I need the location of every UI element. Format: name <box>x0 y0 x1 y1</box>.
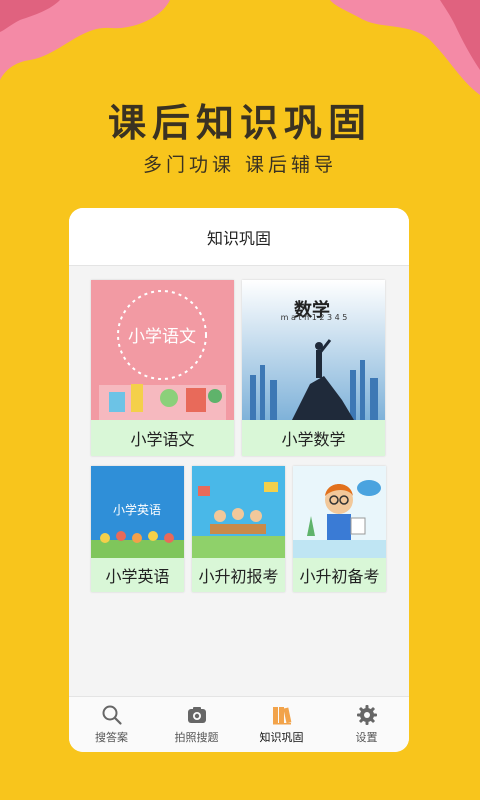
math-thumb-subtext: m a t h 1 2 3 4 5 <box>281 313 348 322</box>
gear-icon <box>356 705 377 725</box>
tab-photo-search[interactable]: 拍照搜题 <box>154 697 239 752</box>
course-label-exam-apply: 小升初报考 <box>192 558 285 592</box>
tab-settings[interactable]: 设置 <box>324 697 409 752</box>
tab-label: 拍照搜题 <box>174 731 219 744</box>
books-icon <box>272 707 291 725</box>
search-icon <box>102 705 122 725</box>
course-card-math[interactable]: 数学 m a t h 1 2 3 4 5 小学数学 <box>242 280 385 456</box>
course-card-exam-apply[interactable]: 小升初报考 <box>192 466 285 592</box>
app-title: 知识巩固 <box>69 208 409 266</box>
headline: 课后知识巩固 <box>107 101 372 145</box>
course-grid: 小学语文 小学语文 数学 m a t h 1 2 3 4 5 小学数学 小学英语… <box>69 266 409 696</box>
math-course-thumbnail: 数学 m a t h 1 2 3 4 5 <box>242 280 385 420</box>
pink-decoration <box>0 0 480 95</box>
course-card-english[interactable]: 小学英语 小学英语 <box>91 466 184 592</box>
exam-prep-thumbnail <box>293 466 386 558</box>
tab-label: 知识巩固 <box>259 731 304 744</box>
chinese-thumb-text: 小学语文 <box>128 327 196 347</box>
phone-screen: 知识巩固 小学语文 小学语文 数学 m a t h 1 2 3 4 5 小学数学… <box>69 208 409 752</box>
course-card-exam-prep[interactable]: 小升初备考 <box>293 466 386 592</box>
english-course-thumbnail: 小学英语 <box>91 466 184 558</box>
course-label-exam-prep: 小升初备考 <box>293 558 386 592</box>
chinese-course-thumbnail: 小学语文 <box>91 280 234 420</box>
tab-search-answers[interactable]: 搜答案 <box>69 697 154 752</box>
course-label-chinese: 小学语文 <box>91 420 234 456</box>
course-label-english: 小学英语 <box>91 558 184 592</box>
course-label-math: 小学数学 <box>242 420 385 456</box>
subline: 多门功课 课后辅导 <box>142 154 338 176</box>
camera-icon <box>187 707 206 723</box>
tab-label: 搜答案 <box>95 731 128 744</box>
exam-apply-thumbnail <box>192 466 285 558</box>
tab-knowledge[interactable]: 知识巩固 <box>239 697 324 752</box>
tab-label: 设置 <box>355 731 378 744</box>
bottom-tab-bar: 搜答案 拍照搜题 知识巩固 设置 <box>69 696 409 752</box>
english-thumb-text: 小学英语 <box>113 502 161 517</box>
course-card-chinese[interactable]: 小学语文 小学语文 <box>91 280 234 456</box>
